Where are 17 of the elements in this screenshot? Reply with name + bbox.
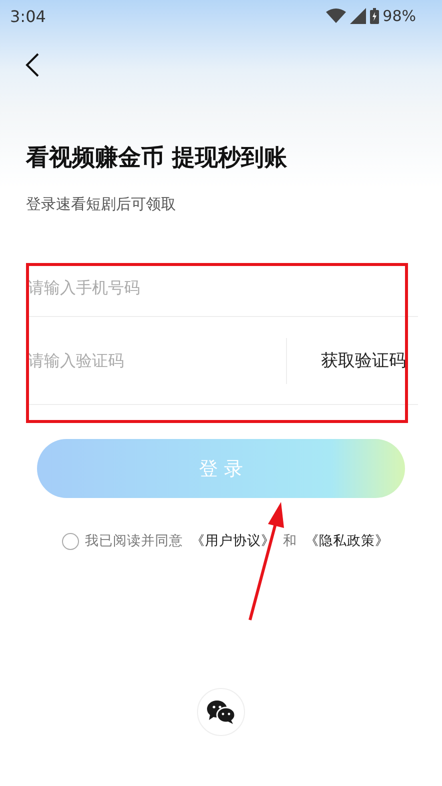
agree-checkbox[interactable] [62,532,79,550]
policy-link[interactable]: 《用户协议》 [191,532,275,550]
battery-percent: 98% [382,7,416,25]
get-code-button[interactable]: 获取验证码 [297,349,418,372]
signal-icon [350,8,366,24]
status-time: 3:04 [10,6,46,26]
battery-icon [370,8,379,24]
phone-input[interactable]: 请输入手机号码 [28,278,418,296]
wechat-login-button[interactable] [197,688,245,736]
page-subtitle: 登录速看短剧后可领取 [26,195,177,214]
back-icon[interactable] [24,52,40,78]
page-title: 看视频赚金币 提现秒到账 [26,144,288,173]
chat-bubbles-icon [206,699,236,725]
wifi-icon [326,8,346,24]
agreement-text: 我已阅读并同意 《用户协议》 和 《隐私政策》 [85,532,389,550]
policy-link[interactable]: 《隐私政策》 [305,532,389,550]
code-input[interactable]: 请输入验证码 [28,351,276,370]
